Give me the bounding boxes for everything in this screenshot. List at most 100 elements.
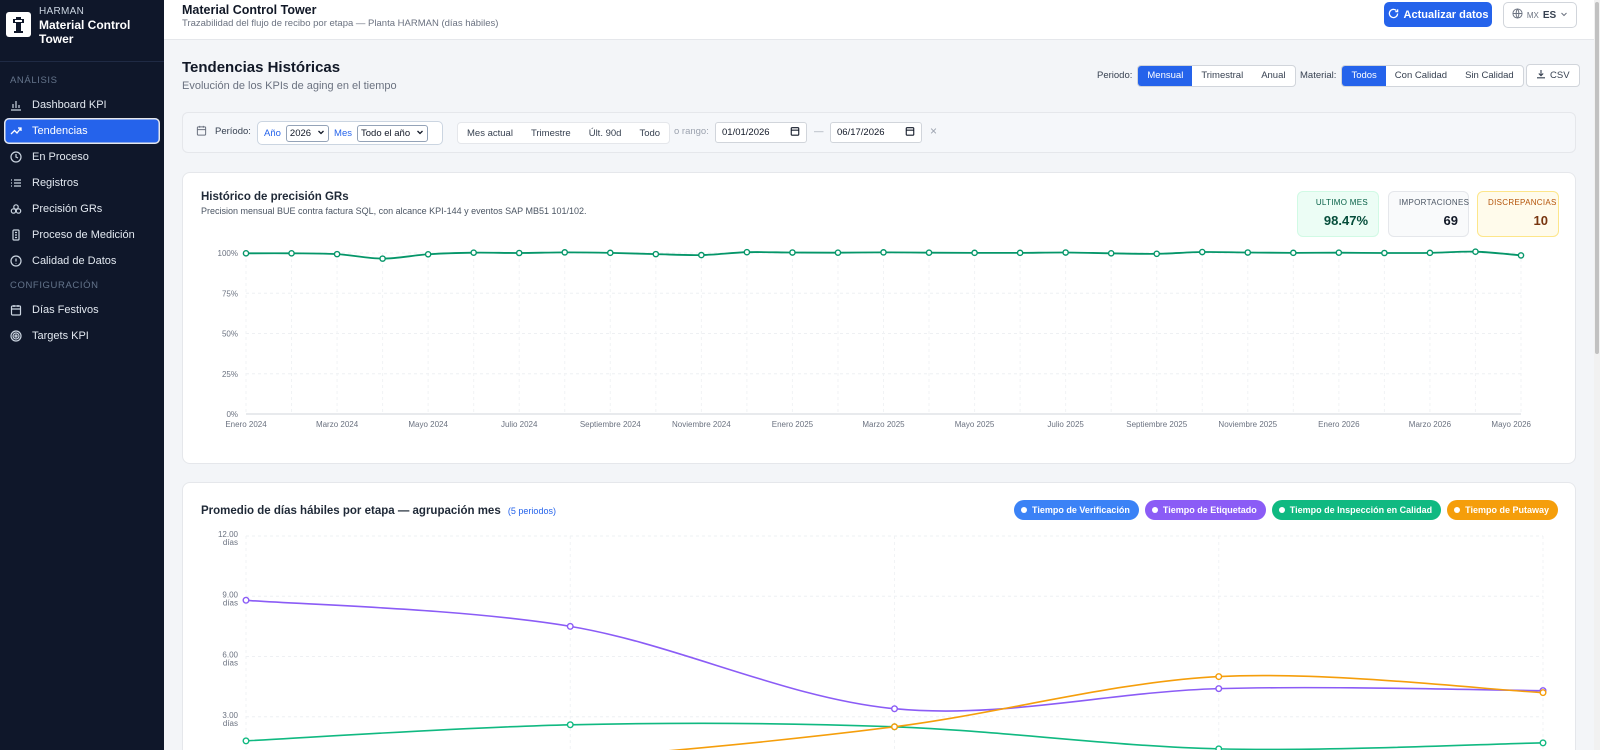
filter-bar: Período: Año 2026 Mes Todo el año Mes ac… (182, 112, 1576, 153)
y-tick-unit: días (223, 598, 238, 607)
x-tick-label: Julio 2024 (501, 420, 538, 429)
year-value: 2026 (289, 127, 312, 139)
quick-trimestre-button[interactable]: Trimestre (522, 128, 580, 139)
sidebar-item-precision-grs[interactable]: Precisión GRs (4, 196, 160, 222)
period-label: Periodo: (1097, 70, 1133, 81)
sidebar-item-tendencias[interactable]: Tendencias (4, 118, 160, 144)
material-todos-button[interactable]: Todos (1342, 65, 1386, 86)
sidebar-item-label: Targets KPI (32, 330, 89, 342)
data-point (891, 705, 899, 713)
sidebar-item-targets-kpi[interactable]: Targets KPI (4, 323, 160, 349)
data-point (1016, 249, 1024, 257)
quick-range-group: Mes actual Trimestre Últ. 90d Todo (457, 122, 671, 144)
page-title: Tendencias Históricas (182, 59, 341, 76)
sidebar-item-dias-festivos[interactable]: Días Festivos (4, 297, 160, 323)
brand-company: HARMAN (39, 6, 85, 17)
csv-export-button[interactable]: CSV (1526, 64, 1580, 87)
clock-icon (10, 151, 22, 163)
period-trimestral-button[interactable]: Trimestral (1192, 66, 1252, 86)
data-point (333, 250, 341, 258)
material-control: Material: Todos Con Calidad Sin Calidad (1300, 64, 1524, 87)
data-point (1062, 249, 1069, 256)
year-select[interactable]: 2026 (285, 124, 330, 142)
data-point (288, 250, 295, 257)
period-anual-button[interactable]: Anual (1252, 66, 1294, 86)
brand[interactable]: HARMAN Material Control Tower (0, 0, 164, 62)
y-tick-label: 25% (222, 370, 238, 379)
sidebar-item-calidad-datos[interactable]: Calidad de Datos (4, 248, 160, 274)
sidebar-item-dashboard-kpi[interactable]: Dashboard KPI (4, 92, 160, 118)
page-subtitle: Evolución de los KPIs de aging en el tie… (182, 80, 397, 92)
page-scrollbar[interactable] (1594, 0, 1600, 750)
x-tick-label: Mayo 2024 (408, 420, 448, 429)
layers-icon (10, 203, 22, 215)
sidebar-item-registros[interactable]: Registros (4, 170, 160, 196)
stage-card: Promedio de días hábiles por etapa — agr… (182, 482, 1576, 750)
chevron-down-icon (416, 128, 424, 139)
csv-label: CSV (1550, 70, 1570, 81)
date-to-input[interactable]: 06/17/2026 (830, 122, 922, 143)
x-tick-label: Septiembre 2024 (580, 420, 641, 429)
material-sin-calidad-button[interactable]: Sin Calidad (1456, 66, 1523, 86)
sidebar-item-proceso-medicion[interactable]: Proceso de Medición (4, 222, 160, 248)
clear-range-button[interactable]: × (930, 124, 937, 138)
x-tick-label: Marzo 2025 (862, 420, 905, 429)
sidebar-item-en-proceso[interactable]: En Proceso (4, 144, 160, 170)
month-value: Todo el año (361, 127, 411, 139)
data-point (606, 249, 614, 257)
refresh-button[interactable]: Actualizar datos (1384, 2, 1492, 27)
sidebar-item-label: Calidad de Datos (32, 255, 117, 267)
nav-section-config: CONFIGURACIÓN (10, 280, 99, 291)
month-select[interactable]: Todo el año (357, 124, 429, 142)
date-from-input[interactable]: 01/01/2026 (715, 122, 807, 143)
refresh-label: Actualizar datos (1403, 8, 1489, 21)
globe-icon (1512, 8, 1523, 22)
stage-line-chart: 3.00días6.00días9.00días12.00días (218, 530, 1547, 750)
data-point (566, 721, 574, 729)
month-label: Mes (334, 127, 352, 139)
calendar-icon (905, 126, 915, 139)
chevron-down-icon (317, 128, 325, 139)
sidebar-item-label: Proceso de Medición (32, 229, 135, 241)
period-mensual-button[interactable]: Mensual (1138, 65, 1193, 86)
y-tick-unit: días (223, 719, 238, 728)
data-point (1472, 248, 1479, 256)
download-icon (1536, 69, 1546, 82)
data-point (1335, 249, 1343, 256)
year-label: Año (264, 127, 281, 139)
tower-logo-icon (6, 12, 31, 37)
alert-circle-icon (10, 255, 22, 267)
data-point (242, 250, 250, 257)
target-icon (10, 330, 22, 342)
data-point (698, 251, 705, 259)
list-icon (10, 177, 22, 189)
data-point (891, 723, 899, 731)
data-point (1153, 250, 1161, 258)
language-selector[interactable]: MX ES (1503, 2, 1577, 28)
x-tick-label: Mayo 2025 (955, 420, 995, 429)
quick-ult-90d-button[interactable]: Últ. 90d (580, 128, 631, 139)
sidebar-item-label: Tendencias (32, 125, 88, 137)
y-tick-unit: días (223, 659, 238, 668)
calendar-icon (10, 304, 22, 316)
data-point (652, 250, 660, 258)
data-point (1244, 249, 1252, 256)
refresh-icon (1388, 8, 1399, 22)
data-point (1539, 689, 1547, 697)
data-point (1198, 248, 1206, 256)
data-point (515, 249, 523, 257)
accuracy-card: Histórico de precisión GRs Precision men… (182, 172, 1576, 464)
quick-todo-button[interactable]: Todo (630, 128, 669, 139)
date-from-value: 01/01/2026 (722, 127, 770, 138)
period-control: Periodo: Mensual Trimestral Anual (1097, 64, 1296, 87)
scrollbar-thumb[interactable] (1595, 2, 1599, 354)
sidebar-item-label: Registros (32, 177, 79, 189)
quick-mes-actual-button[interactable]: Mes actual (458, 128, 522, 139)
y-tick-label: 0% (226, 410, 238, 419)
data-point (880, 249, 887, 256)
x-tick-label: Julio 2025 (1047, 420, 1084, 429)
material-con-calidad-button[interactable]: Con Calidad (1386, 66, 1456, 86)
x-tick-label: Enero 2025 (772, 420, 814, 429)
date-to-value: 06/17/2026 (837, 127, 885, 138)
y-tick-label: 75% (222, 289, 238, 298)
